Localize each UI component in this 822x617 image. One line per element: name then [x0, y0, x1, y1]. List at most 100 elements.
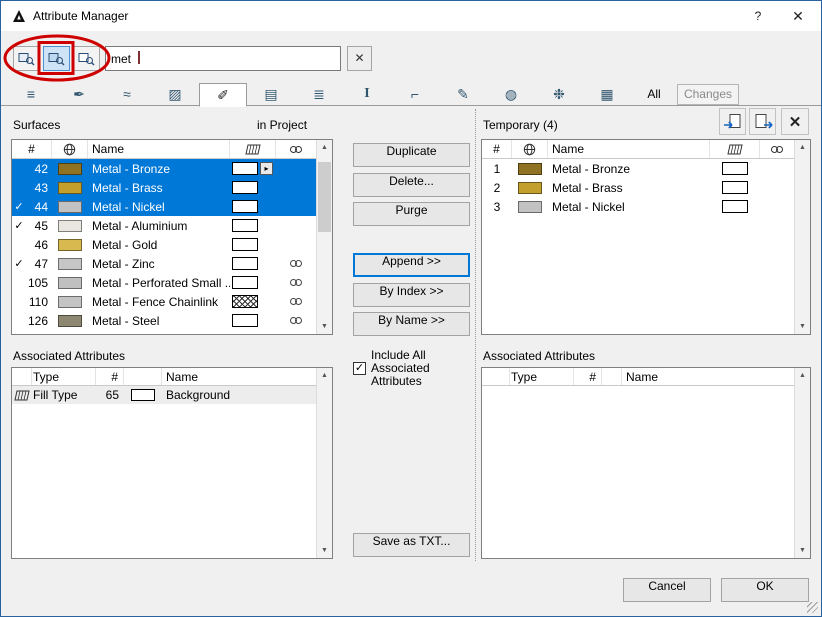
copy-from-temporary-button[interactable] [749, 108, 776, 135]
surface-color-swatch [58, 162, 82, 175]
temporary-scrollbar[interactable]: ▲ ▼ [794, 140, 810, 334]
search-mode-button-1[interactable] [13, 46, 40, 71]
temporary-table-header: # Name [482, 140, 794, 159]
tab-line-types[interactable]: ≈ [103, 83, 151, 106]
save-as-txt-button[interactable]: Save as TXT... [353, 533, 470, 557]
column-header-type[interactable]: Type [32, 368, 96, 385]
tab-pen-sets[interactable]: ≣ [295, 83, 343, 106]
tab-profiles[interactable]: I [343, 83, 391, 106]
scrollbar-thumb[interactable] [318, 162, 331, 232]
globe-column-icon[interactable] [52, 140, 88, 158]
duplicate-button[interactable]: Duplicate [353, 143, 470, 167]
fill-column-icon[interactable] [230, 140, 276, 158]
globe-column-icon[interactable] [512, 140, 548, 158]
fill-swatch [722, 200, 748, 213]
column-header-name[interactable]: Name [548, 140, 710, 158]
by-name-button[interactable]: By Name >> [353, 312, 470, 336]
fill-swatch [232, 162, 258, 175]
help-button[interactable]: ? [741, 1, 775, 31]
scroll-up-arrow[interactable]: ▲ [795, 368, 810, 383]
table-row[interactable]: 3 Metal - Nickel [482, 197, 794, 216]
scroll-up-arrow[interactable]: ▲ [795, 140, 810, 155]
by-index-button[interactable]: By Index >> [353, 283, 470, 307]
tab-all[interactable]: All [631, 83, 677, 106]
tab-changes[interactable]: Changes [677, 84, 739, 105]
right-assoc-scrollbar[interactable]: ▲ ▼ [794, 368, 810, 558]
assoc-table-header: Type # Name [482, 368, 794, 386]
scroll-down-arrow[interactable]: ▼ [795, 543, 810, 558]
column-header-number[interactable]: # [12, 140, 52, 158]
assoc-table-header: Type # Name [12, 368, 316, 386]
include-all-checkbox[interactable]: ✓ [353, 362, 366, 375]
purge-button[interactable]: Purge [353, 202, 470, 226]
tab-building-materials[interactable]: ▦ [583, 83, 631, 106]
surface-color-swatch [58, 238, 82, 251]
tab-markup-styles[interactable]: ✎ [439, 83, 487, 106]
ok-button[interactable]: OK [721, 578, 809, 602]
table-row[interactable]: ✓ 47 Metal - Zinc [12, 254, 316, 273]
surface-color-swatch [518, 200, 542, 213]
assoc-row[interactable]: Fill Type 65 Background [12, 386, 316, 404]
table-row[interactable]: 110 Metal - Fence Chainlink [12, 292, 316, 311]
table-row[interactable]: 105 Metal - Perforated Small ... [12, 273, 316, 292]
search-mode-button-2[interactable] [43, 46, 70, 71]
texture-column-icon[interactable] [760, 140, 794, 158]
cancel-button[interactable]: Cancel [623, 578, 711, 602]
column-header-number[interactable]: # [574, 368, 602, 385]
fill-column-icon[interactable] [710, 140, 760, 158]
close-button[interactable]: ✕ [781, 1, 815, 31]
surfaces-table-header: # Name [12, 140, 316, 159]
append-button[interactable]: Append >> [353, 253, 470, 277]
column-header-number[interactable]: # [482, 140, 512, 158]
left-panel-title: Surfaces [13, 118, 61, 132]
delete-button[interactable]: Delete... [353, 173, 470, 197]
tab-surfaces[interactable]: ✐ [199, 83, 247, 107]
table-row[interactable]: 42 Metal - Bronze ▸ [12, 159, 316, 178]
scroll-down-arrow[interactable]: ▼ [317, 543, 332, 558]
table-row[interactable]: 2 Metal - Brass [482, 178, 794, 197]
scroll-up-arrow[interactable]: ▲ [317, 368, 332, 383]
clear-search-button[interactable]: ✕ [347, 46, 372, 71]
layers-icon: ≡ [26, 86, 36, 102]
table-row[interactable]: 46 Metal - Gold [12, 235, 316, 254]
surfaces-scrollbar[interactable]: ▲ ▼ [316, 140, 332, 334]
column-header-name[interactable]: Name [162, 368, 316, 385]
surface-color-swatch [518, 162, 542, 175]
fill-swatch [722, 162, 748, 175]
fill-swatch [232, 257, 258, 270]
scroll-up-arrow[interactable]: ▲ [317, 140, 332, 155]
column-header-name[interactable]: Name [88, 140, 230, 158]
table-row[interactable]: ✓ 44 Metal - Nickel [12, 197, 316, 216]
search-mode-button-3[interactable] [73, 46, 100, 71]
table-row[interactable]: 126 Metal - Steel [12, 311, 316, 330]
fill-popup-button[interactable]: ▸ [260, 162, 273, 175]
column-header-type[interactable]: Type [510, 368, 574, 385]
search-input[interactable] [105, 46, 341, 71]
building-materials-icon: ▦ [600, 86, 614, 102]
surfaces-table: # Name 42 Metal - Bronze ▸ 43 Metal - Br… [11, 139, 333, 335]
temporary-table: # Name 1 Metal - Bronze 2 Metal - Brass [481, 139, 811, 335]
tab-cities[interactable]: ◍ [487, 83, 535, 106]
left-assoc-scrollbar[interactable]: ▲ ▼ [316, 368, 332, 558]
scroll-down-arrow[interactable]: ▼ [317, 319, 332, 334]
table-row[interactable]: 1 Metal - Bronze [482, 159, 794, 178]
resize-grip[interactable] [807, 602, 818, 613]
tab-composites[interactable]: ▤ [247, 83, 295, 106]
tab-layers[interactable]: ≡ [7, 83, 55, 106]
scroll-down-arrow[interactable]: ▼ [795, 319, 810, 334]
texture-column-icon[interactable] [276, 140, 316, 158]
column-header-number[interactable]: # [96, 368, 124, 385]
fill-swatch [232, 181, 258, 194]
surface-color-swatch [58, 200, 82, 213]
tab-fill-types[interactable]: ▨ [151, 83, 199, 106]
column-header-name[interactable]: Name [622, 368, 794, 385]
include-all-label[interactable]: Include All Associated Attributes [371, 349, 449, 388]
tab-pens[interactable]: ✒ [55, 83, 103, 106]
clear-temporary-button[interactable]: ✕ [781, 108, 809, 135]
copy-to-temporary-button[interactable] [719, 108, 746, 135]
table-row[interactable]: ✓ 45 Metal - Aluminium [12, 216, 316, 235]
tab-mep-systems[interactable]: ❉ [535, 83, 583, 106]
right-assoc-table: Type # Name ▲ ▼ [481, 367, 811, 559]
table-row[interactable]: 43 Metal - Brass [12, 178, 316, 197]
tab-zones[interactable]: ⌐ [391, 83, 439, 106]
